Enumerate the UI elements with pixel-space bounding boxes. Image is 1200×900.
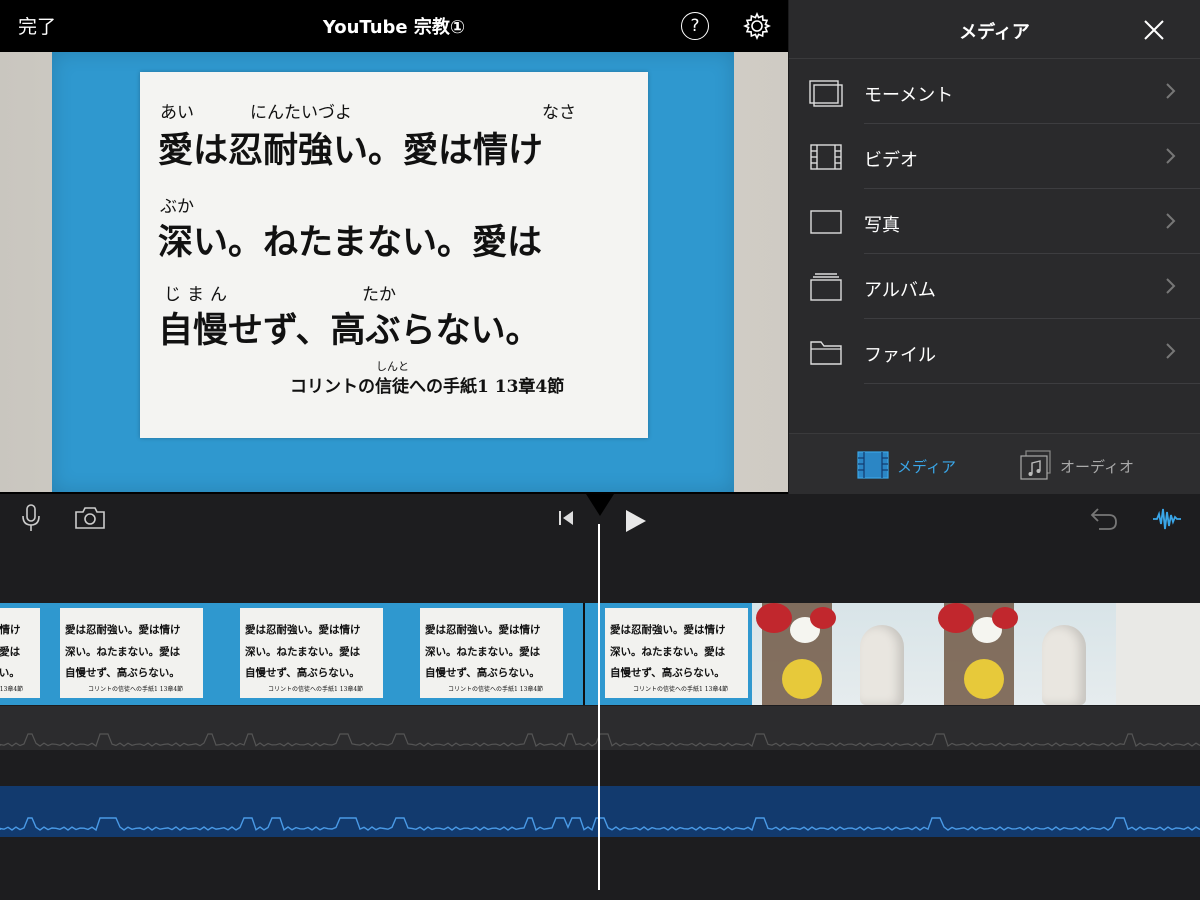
thumb-line: 愛は忍耐強い。愛は情け [65, 624, 181, 636]
card-citation: コリントの信徒への手紙1 13章4節 [290, 377, 565, 397]
clip-thumbnail: 愛は忍耐強い。愛は情け深い。ねたまない。愛は自慢せず、高ぶらない。コリントの信徒… [40, 603, 223, 705]
chevron-right-icon [1166, 278, 1176, 294]
card-line-1: 愛は忍耐強い。愛は情け [158, 130, 544, 171]
media-film-icon [857, 451, 889, 479]
project-title: YouTube 宗教① [322, 17, 466, 38]
chevron-right-icon [1166, 83, 1176, 99]
thumb-line: 愛は忍耐強い。愛は情け [245, 624, 361, 636]
media-panel-header: メディア [789, 0, 1200, 59]
media-item-label: モーメント [864, 85, 954, 106]
audio-note-icon [1020, 450, 1051, 480]
thumb-line: 自慢せず、高ぶらない。 [245, 667, 360, 679]
timeline[interactable]: 愛は忍耐強い。愛は情け深い。ねたまない。愛は自慢せず、高ぶらない。コリントの信徒… [0, 494, 1200, 900]
clip-thumbnail: 愛は忍耐強い。愛は情け深い。ねたまない。愛は自慢せず、高ぶらない。コリントの信徒… [400, 603, 583, 705]
thumb-line: コリントの信徒への手紙1 13章4節 [448, 686, 544, 693]
thumb-line: 深い。ねたまない。愛は [0, 646, 21, 658]
video-clip-track[interactable]: 愛は忍耐強い。愛は情け深い。ねたまない。愛は自慢せず、高ぶらない。コリントの信徒… [0, 603, 1200, 705]
thumb-line: コリントの信徒への手紙1 13章4節 [88, 686, 184, 693]
media-item-label: 写真 [864, 215, 900, 236]
media-item-label: アルバム [864, 280, 936, 301]
thumb-line: 深い。ねたまない。愛は [610, 646, 726, 658]
tab-media[interactable]: メディア [857, 450, 967, 480]
thumb-line: 自慢せず、高ぶらない。 [425, 667, 540, 679]
thumb-line: 自慢せず、高ぶらない。 [610, 667, 725, 679]
media-item-label: ビデオ [864, 150, 918, 171]
audio-waveform-icon[interactable] [1152, 506, 1182, 532]
card-line-3: 自慢せず、高ぶらない。 [158, 310, 541, 351]
clip-thumbnail: 愛は忍耐強い。愛は情け深い。ねたまない。愛は自慢せず、高ぶらない。コリントの信徒… [220, 603, 403, 705]
thumb-line: 愛は忍耐強い。愛は情け [425, 624, 541, 636]
card-line-2: 深い。ねたまない。愛は [158, 222, 542, 263]
thumb-line: コリントの信徒への手紙1 13章4節 [0, 686, 24, 693]
chevron-right-icon [1166, 213, 1176, 229]
media-item-label: ファイル [864, 345, 936, 366]
clip-thumbnail-photo [934, 603, 1116, 705]
clip-thumbnail-text [1116, 603, 1200, 705]
media-tab-bar: メディア オーディオ [789, 433, 1200, 495]
thumb-line: 自慢せず、高ぶらない。 [65, 667, 180, 679]
folder-icon [809, 337, 843, 367]
tab-media-label: メディア [897, 458, 956, 476]
chevron-right-icon [1166, 343, 1176, 359]
top-bar: 完了 YouTube 宗教① ? [0, 0, 788, 52]
tab-audio[interactable]: オーディオ [1020, 450, 1140, 480]
close-icon[interactable] [1143, 19, 1165, 41]
chevron-right-icon [1166, 148, 1176, 164]
clip-audio-waveform [0, 733, 1200, 747]
furigana: なさ [542, 103, 576, 123]
skip-to-start-icon[interactable] [557, 509, 575, 527]
furigana: あい [160, 103, 194, 123]
media-item-video[interactable]: ビデオ [789, 124, 1200, 189]
video-preview[interactable]: あい にんたいづよ なさ 愛は忍耐強い。愛は情け ぶか 深い。ねたまない。愛は … [0, 0, 788, 494]
clip-thumbnail: 愛は忍耐強い。愛は情け深い。ねたまない。愛は自慢せず、高ぶらない。コリントの信徒… [585, 603, 768, 705]
media-item-albums[interactable]: アルバム [789, 254, 1200, 319]
media-panel-title: メディア [959, 22, 1030, 43]
playhead-marker[interactable] [586, 494, 614, 516]
thumb-line: 愛は忍耐強い。愛は情け [610, 624, 726, 636]
media-item-moments[interactable]: モーメント [789, 59, 1200, 124]
track-gap [0, 750, 1200, 786]
thumb-line: コリントの信徒への手紙1 13章4節 [268, 686, 364, 693]
help-icon[interactable]: ? [681, 12, 709, 40]
media-panel: メディア モーメント ビデオ 写真 アルバム ファイル メディア オーディオ [789, 0, 1200, 495]
thumb-line: 自慢せず、高ぶらない。 [0, 667, 20, 679]
video-film-icon [809, 142, 843, 172]
thumb-line: 深い。ねたまない。愛は [425, 646, 541, 658]
photo-icon [809, 207, 843, 237]
thumb-line: 深い。ねたまない。愛は [245, 646, 361, 658]
furigana: にんたいづよ [250, 103, 352, 123]
moments-icon [809, 77, 843, 107]
album-icon [809, 272, 843, 302]
settings-gear-icon[interactable] [743, 12, 771, 40]
microphone-icon[interactable] [20, 503, 42, 533]
playhead[interactable] [598, 524, 600, 890]
clip-thumbnail-photo [752, 603, 934, 705]
background-audio-track[interactable] [0, 786, 1200, 837]
camera-icon[interactable] [74, 506, 106, 530]
thumb-line: 愛は忍耐強い。愛は情け [0, 624, 21, 636]
media-item-files[interactable]: ファイル [789, 319, 1200, 384]
clip-audio-track[interactable] [0, 706, 1200, 750]
background-audio-waveform [0, 817, 1200, 832]
undo-icon[interactable] [1089, 506, 1119, 532]
video-frame[interactable]: あい にんたいづよ なさ 愛は忍耐強い。愛は情け ぶか 深い。ねたまない。愛は … [0, 52, 788, 492]
thumb-line: コリントの信徒への手紙1 13章4節 [633, 686, 729, 693]
tab-audio-label: オーディオ [1060, 458, 1134, 476]
media-item-photos[interactable]: 写真 [789, 189, 1200, 254]
play-icon[interactable] [624, 508, 648, 534]
scripture-card: あい にんたいづよ なさ 愛は忍耐強い。愛は情け ぶか 深い。ねたまない。愛は … [140, 72, 648, 438]
thumb-line: 深い。ねたまない。愛は [65, 646, 181, 658]
